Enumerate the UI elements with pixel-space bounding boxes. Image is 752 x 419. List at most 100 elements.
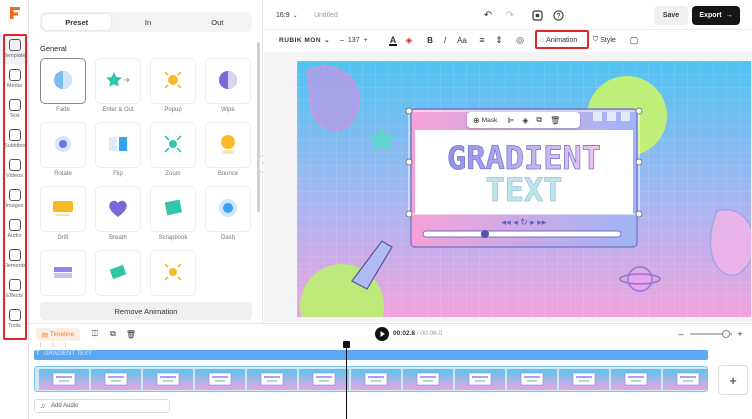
animation-preset-label: Popup (164, 107, 182, 113)
animation-preview-icon (106, 197, 130, 221)
effects-icon[interactable]: ◎ (514, 33, 526, 47)
export-button[interactable]: Export → (692, 6, 740, 25)
add-clip-button[interactable]: + (718, 365, 748, 395)
animation-preset-item-13[interactable] (95, 250, 141, 296)
mask-label[interactable]: Mask (482, 117, 498, 124)
animation-preset-item-12[interactable] (40, 250, 86, 296)
animation-preview-icon (50, 197, 76, 221)
animation-preset-label: Bounce (217, 171, 239, 177)
add-audio-button[interactable]: ♫ Add Audio (34, 399, 170, 413)
panel-scrollbar[interactable] (257, 42, 260, 212)
play-button[interactable] (375, 327, 389, 341)
zoom-slider-knob[interactable] (722, 330, 730, 338)
font-name: RUBIK MON (279, 36, 322, 44)
delete-icon[interactable]: 🗑 (126, 329, 136, 339)
animation-preset-label: Breath (109, 235, 127, 241)
minus-icon[interactable]: – (340, 37, 344, 44)
animation-preset-popup[interactable] (150, 58, 196, 104)
headline-line2[interactable]: TEXT (485, 171, 563, 210)
font-size-value[interactable]: 137 (348, 37, 360, 44)
text-case-icon[interactable]: Aa (456, 33, 468, 47)
animation-preview-icon (161, 196, 185, 222)
duplicate-icon[interactable]: ⧉ (536, 115, 542, 125)
split-icon[interactable]: ⎅ (90, 329, 100, 339)
animation-preset-fade[interactable] (40, 58, 86, 104)
tab-in[interactable]: In (113, 12, 182, 32)
animation-highlight-box (535, 30, 589, 49)
animation-preview-icon (217, 132, 239, 158)
zoom-slider[interactable] (690, 330, 732, 338)
animation-preset-enter-out[interactable] (95, 58, 141, 104)
style-button[interactable]: ⛉ Style (593, 33, 616, 47)
video-thumbnail (39, 369, 89, 390)
animation-preset-scrapbook[interactable] (150, 186, 196, 232)
animation-preset-flip[interactable] (95, 122, 141, 168)
remove-animation-button[interactable]: Remove Animation (40, 302, 252, 320)
project-title[interactable]: Untitled (314, 8, 338, 22)
zoom-out-icon[interactable]: – (677, 329, 685, 339)
timeline-icon: ▤ (41, 331, 48, 339)
tab-out[interactable]: Out (183, 12, 252, 32)
plus-icon[interactable]: + (364, 37, 368, 44)
undo-icon[interactable]: ↶ (482, 8, 494, 22)
video-canvas[interactable]: GRADIENT TEXT ◂◂ ◂ ↻ ▸ ▸▸ (297, 61, 751, 317)
bold-icon[interactable]: B (425, 33, 435, 47)
animation-preset-drift[interactable] (40, 186, 86, 232)
mask-icon[interactable]: ⊕ (473, 116, 480, 125)
redo-icon[interactable]: ↷ (504, 8, 516, 22)
screenshot-icon[interactable] (531, 8, 543, 22)
aspect-ratio-label: 16:9 (276, 11, 290, 19)
font-size-stepper[interactable]: –137 + (340, 33, 368, 47)
animation-preview-icon (105, 69, 131, 93)
copy-icon[interactable]: ⧉ (108, 329, 118, 339)
animation-preview-icon (105, 261, 131, 285)
text-track-clip[interactable]: T GRADIENT TEXT (34, 350, 708, 360)
animation-preview-icon (161, 68, 185, 94)
timeline-label: Timeline (49, 331, 75, 338)
chevron-down-icon: ⌄ (292, 12, 298, 19)
animation-preset-label: Flip (113, 171, 123, 177)
animation-preset-bounce[interactable] (205, 122, 251, 168)
aspect-ratio-select[interactable]: 16:9 ⌄ (276, 8, 298, 22)
highlight-icon[interactable]: ◈ (403, 33, 415, 47)
save-button[interactable]: Save (654, 6, 688, 25)
spacing-icon[interactable]: ⇕ (493, 33, 505, 47)
zoom-in-icon[interactable]: + (736, 329, 744, 339)
element-context-toolbar: ⊕ Mask ⊫ ◈ ⧉ 🗑 (467, 112, 580, 128)
align-icon[interactable]: ≡ (476, 33, 488, 47)
video-track-clip[interactable] (34, 366, 708, 392)
rail-highlight-box (3, 34, 27, 340)
animation-preset-rotate[interactable] (40, 122, 86, 168)
italic-icon[interactable]: I (440, 33, 450, 47)
animation-preset-dash[interactable] (205, 186, 251, 232)
animation-preview-icon (52, 133, 74, 157)
animation-preview-icon (106, 133, 130, 157)
comment-icon[interactable]: ▢ (628, 33, 640, 47)
animation-preset-label: Scrapbook (158, 235, 188, 241)
video-thumbnail (455, 369, 505, 390)
animation-preset-label: Wipe (221, 107, 235, 113)
delete-icon[interactable]: 🗑 (550, 116, 560, 125)
align-icon[interactable]: ⊫ (507, 116, 514, 125)
font-family-select[interactable]: RUBIK MON ⌄ (279, 33, 330, 47)
animation-preset-zoom[interactable] (150, 122, 196, 168)
layers-icon[interactable]: ◈ (522, 116, 528, 125)
animation-preset-item-14[interactable] (150, 250, 196, 296)
animation-preset-wipe[interactable] (205, 58, 251, 104)
tab-preset[interactable]: Preset (42, 14, 112, 30)
animation-preset-label: Fade (56, 107, 70, 113)
animation-preset-breath[interactable] (95, 186, 141, 232)
app-logo[interactable] (6, 4, 24, 22)
video-thumbnail (247, 369, 297, 390)
font-color-icon[interactable]: A (387, 33, 399, 47)
playhead-knob[interactable] (343, 341, 350, 348)
video-thumbnail (403, 369, 453, 390)
chevron-down-icon: ⌄ (324, 37, 331, 44)
video-thumbnail (195, 369, 245, 390)
animation-preset-label: Drift (57, 235, 69, 241)
help-icon[interactable]: ? (552, 8, 564, 22)
playhead[interactable] (346, 341, 347, 419)
timeline-toggle[interactable]: ▤ Timeline (36, 328, 80, 341)
animation-preview-icon (161, 260, 185, 286)
section-title: General (40, 44, 67, 53)
